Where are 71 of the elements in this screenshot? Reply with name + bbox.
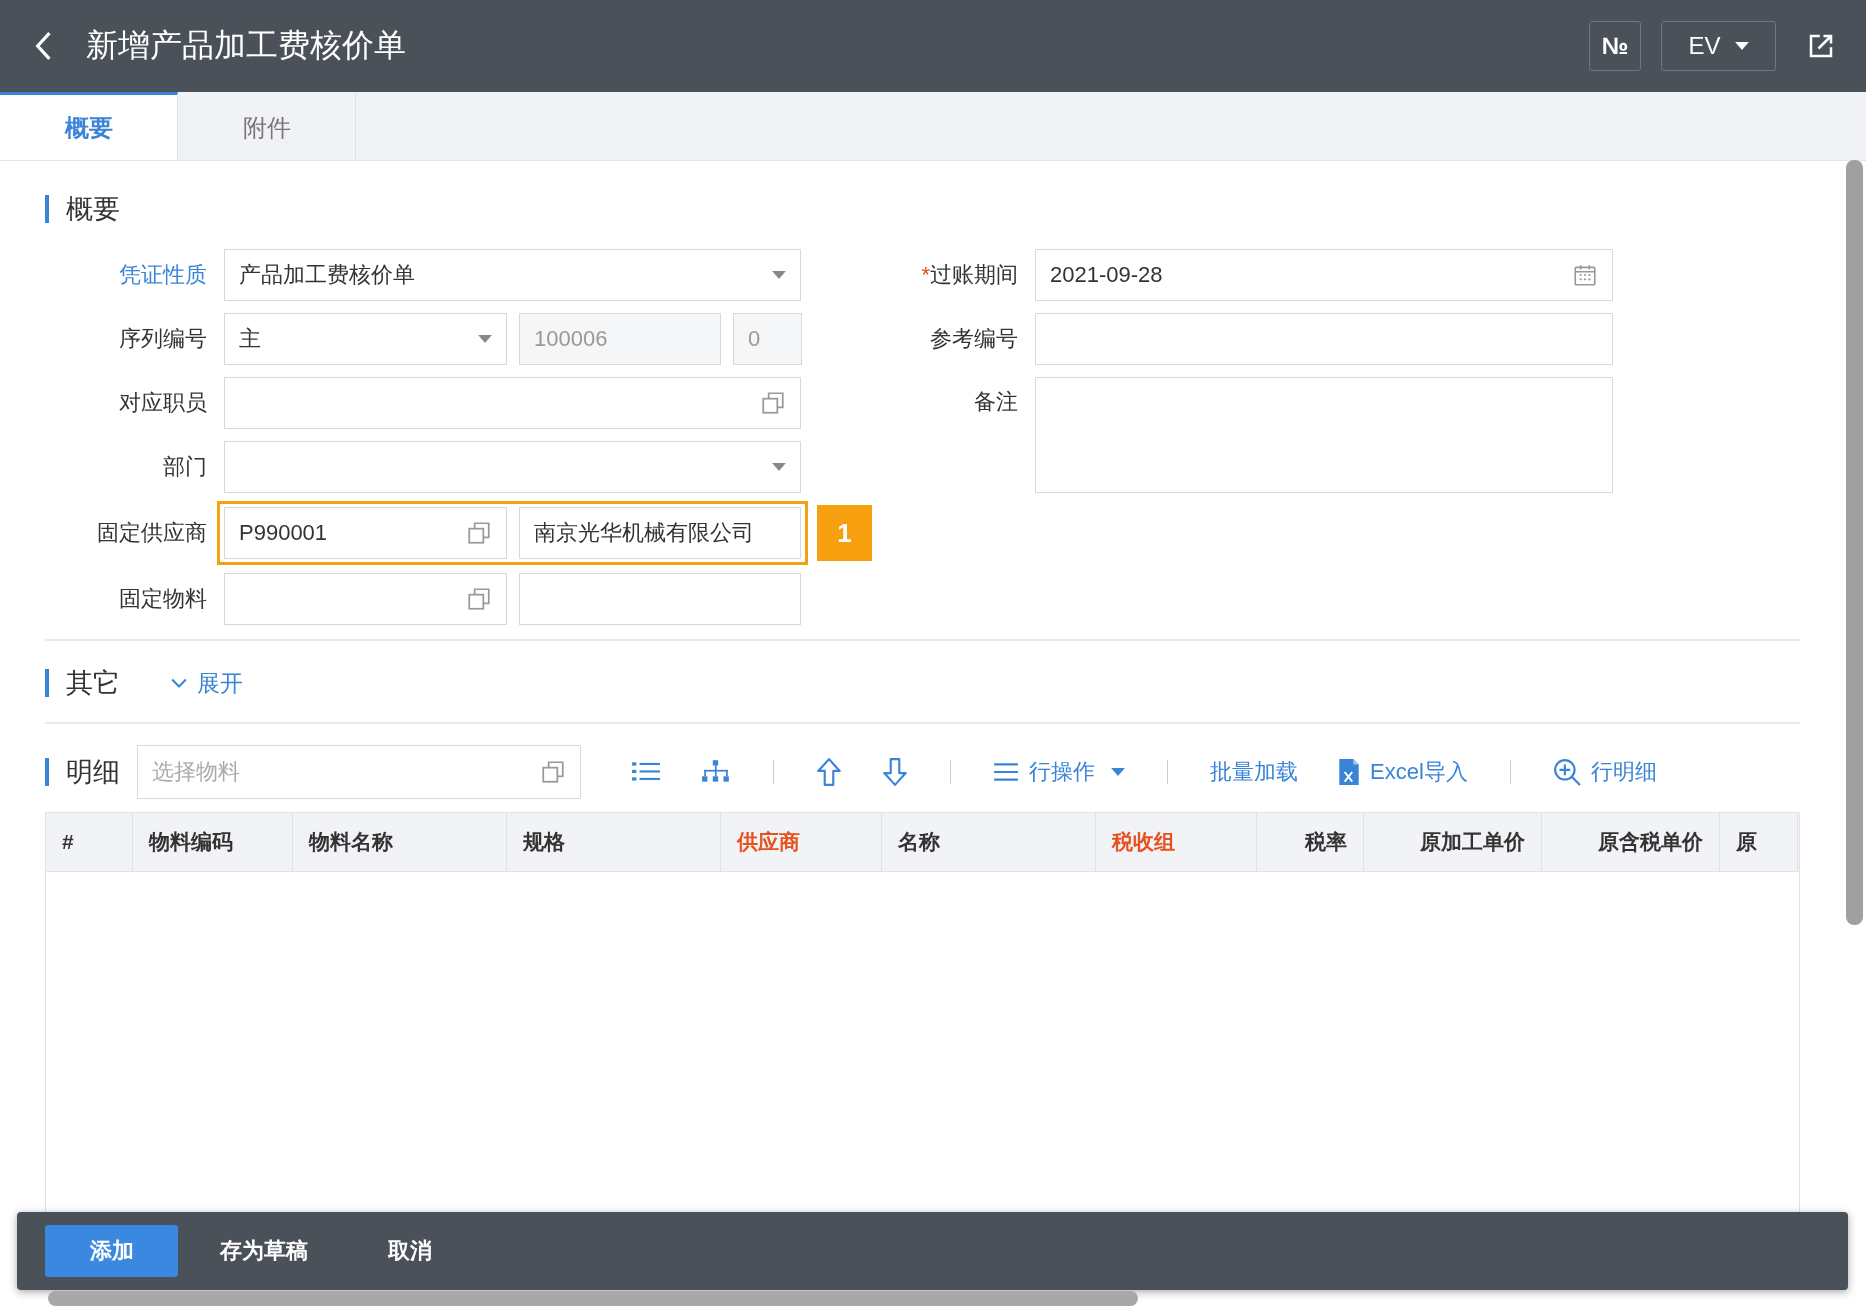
move-up-icon[interactable] xyxy=(816,757,842,787)
column-header: 物料名称 xyxy=(293,813,507,871)
text-field[interactable] xyxy=(1035,313,1613,365)
toolbar-button[interactable]: 批量加载 xyxy=(1210,757,1298,787)
tab[interactable]: 概要 xyxy=(0,92,178,160)
section-title: 明细 xyxy=(66,756,120,789)
field-label: 固定供应商 xyxy=(96,519,207,547)
step-badge: 1 xyxy=(817,505,872,561)
column-header: 原 xyxy=(1720,813,1798,871)
copy-icon[interactable] xyxy=(466,586,492,612)
field-label: 序列编号 xyxy=(118,325,207,353)
field-label: 对应职员 xyxy=(118,389,207,417)
back-icon[interactable] xyxy=(34,31,52,61)
field-label: 固定物料 xyxy=(118,585,207,613)
page-title: 新增产品加工费核价单 xyxy=(86,26,406,65)
column-header: 供应商 xyxy=(721,813,882,871)
excel-import-button[interactable]: Excel导入 xyxy=(1338,757,1468,787)
dropdown-field[interactable]: 主 xyxy=(224,313,507,365)
dropdown-field[interactable]: 产品加工费核价单 xyxy=(224,249,801,301)
tab[interactable]: 附件 xyxy=(178,92,356,160)
date-field[interactable]: 2021-09-28 xyxy=(1035,249,1613,301)
hierarchy-icon[interactable] xyxy=(701,759,731,785)
field-label: 部门 xyxy=(162,453,207,481)
column-header: 税收组 xyxy=(1096,813,1257,871)
excel-file-icon xyxy=(1338,758,1360,786)
lookup-field[interactable]: P990001 xyxy=(224,507,507,559)
field-link[interactable]: 凭证性质 xyxy=(45,260,207,290)
zoom-in-icon xyxy=(1552,758,1581,786)
row-actions-menu[interactable]: 行操作 xyxy=(993,757,1125,787)
expand-toggle[interactable]: 展开 xyxy=(171,667,243,699)
number-field: 100006 xyxy=(519,313,721,365)
field-label: *过账期间 xyxy=(920,261,1018,289)
footer-button[interactable]: 取消 xyxy=(348,1225,472,1277)
name-field[interactable] xyxy=(519,573,801,625)
caret-icon xyxy=(772,463,786,471)
row-detail-button[interactable]: 行明细 xyxy=(1552,757,1657,787)
footer-button[interactable]: 存为草稿 xyxy=(180,1225,348,1277)
caret-icon xyxy=(1734,42,1749,50)
field-label: 备注 xyxy=(973,388,1018,416)
caret-icon xyxy=(478,335,492,343)
copy-icon[interactable] xyxy=(760,390,786,416)
copy-icon[interactable] xyxy=(540,759,566,785)
menu-icon xyxy=(993,761,1019,783)
column-header: # xyxy=(46,813,133,871)
lookup-field[interactable] xyxy=(224,377,801,429)
column-header: 原含税单价 xyxy=(1542,813,1720,871)
material-search-field[interactable]: 选择物料 xyxy=(137,745,581,799)
caret-icon xyxy=(772,271,786,279)
column-header: 名称 xyxy=(882,813,1096,871)
section-title: 概要 xyxy=(66,193,120,226)
lookup-field[interactable] xyxy=(224,573,507,625)
column-header: 规格 xyxy=(507,813,721,871)
column-header: 物料编码 xyxy=(133,813,293,871)
suffix-field: 0 xyxy=(733,313,802,365)
name-field[interactable]: 南京光华机械有限公司 xyxy=(519,507,801,559)
field-label: 参考编号 xyxy=(929,325,1018,353)
chevron-icon xyxy=(171,678,187,688)
move-down-icon[interactable] xyxy=(882,757,908,787)
column-header: 税率 xyxy=(1257,813,1364,871)
column-header: 原加工单价 xyxy=(1364,813,1542,871)
section-title: 其它 xyxy=(66,667,120,700)
calendar-icon[interactable] xyxy=(1572,262,1598,288)
horizontal-scrollbar[interactable] xyxy=(48,1291,1138,1306)
dropdown-field[interactable] xyxy=(224,441,801,493)
number-button[interactable]: № xyxy=(1589,21,1641,71)
remark-field[interactable] xyxy=(1035,377,1613,493)
caret-icon xyxy=(1111,768,1125,776)
language-dropdown[interactable]: EV xyxy=(1661,21,1776,71)
vertical-scrollbar[interactable] xyxy=(1846,160,1863,925)
primary-button[interactable]: 添加 xyxy=(45,1225,178,1277)
copy-icon[interactable] xyxy=(466,520,492,546)
